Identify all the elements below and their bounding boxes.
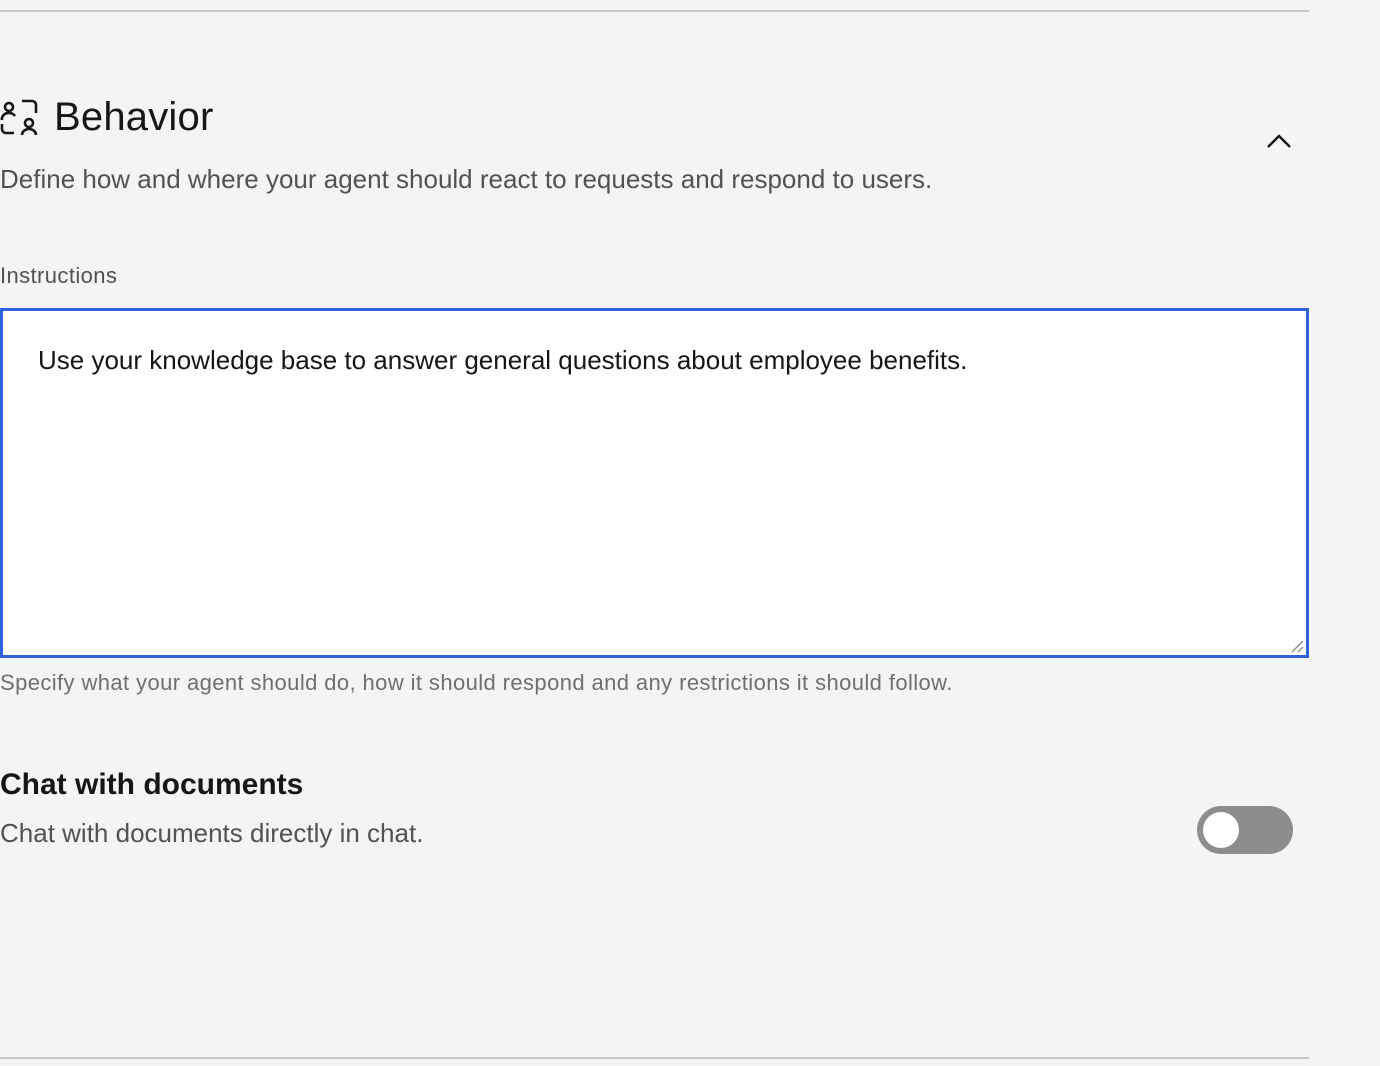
instructions-helper-text: Specify what your agent should do, how i… bbox=[0, 670, 953, 695]
instructions-textarea[interactable]: Use your knowledge base to answer genera… bbox=[3, 311, 1306, 655]
section-title: Behavior bbox=[54, 95, 214, 139]
toggle-knob bbox=[1203, 812, 1239, 848]
section-description: Define how and where your agent should r… bbox=[0, 164, 933, 194]
collapse-section-button[interactable] bbox=[1262, 124, 1296, 158]
instructions-label: Instructions bbox=[0, 263, 118, 288]
behavior-settings-page: Behavior Define how and where your agent… bbox=[0, 0, 1380, 1066]
chat-with-documents-title: Chat with documents bbox=[0, 768, 304, 801]
top-divider bbox=[0, 10, 1309, 12]
chevron-up-icon bbox=[1267, 134, 1291, 148]
instructions-field-wrapper: Use your knowledge base to answer genera… bbox=[0, 308, 1309, 658]
section-header: Behavior bbox=[0, 92, 213, 142]
chat-with-documents-toggle[interactable] bbox=[1197, 806, 1293, 854]
chat-with-documents-description: Chat with documents directly in chat. bbox=[0, 818, 424, 848]
user-behavior-icon bbox=[0, 98, 38, 136]
bottom-divider bbox=[0, 1057, 1309, 1059]
resize-handle-icon[interactable] bbox=[1290, 639, 1304, 653]
